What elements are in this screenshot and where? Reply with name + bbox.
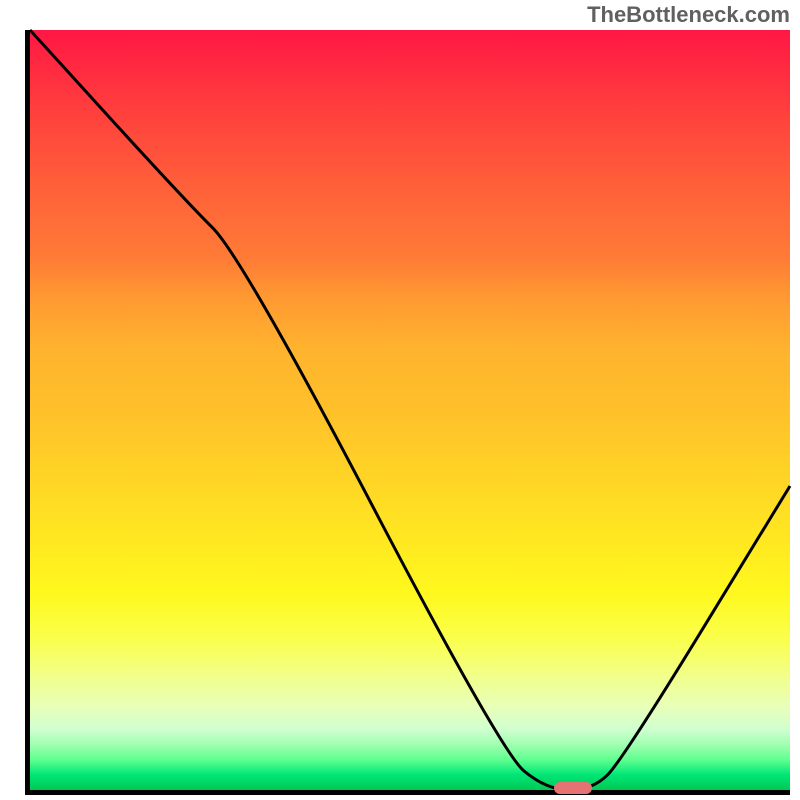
chart-bottom-border bbox=[25, 790, 790, 795]
bottleneck-chart: TheBottleneck.com bbox=[0, 0, 800, 800]
optimal-marker bbox=[554, 782, 592, 794]
watermark-text: TheBottleneck.com bbox=[587, 2, 790, 28]
gradient-background bbox=[30, 30, 790, 790]
chart-left-border bbox=[25, 30, 30, 795]
